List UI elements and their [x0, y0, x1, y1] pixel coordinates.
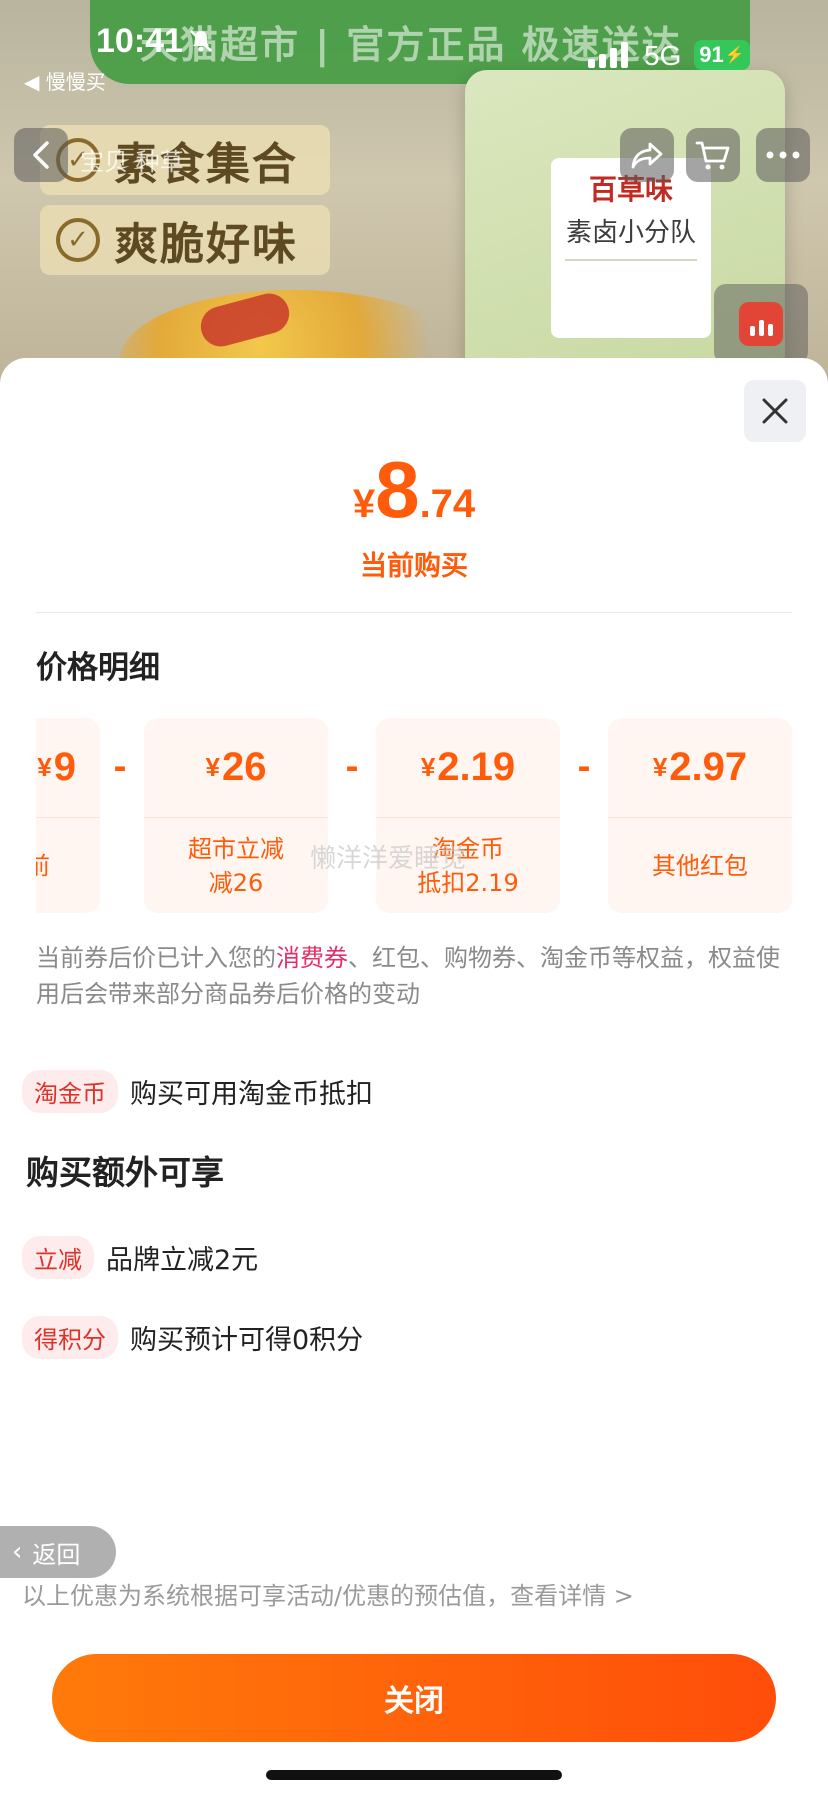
price-caption: 当前购买	[360, 551, 468, 582]
watermark: 懒洋洋爱睡觉	[310, 844, 467, 874]
check-icon: ✓	[56, 218, 100, 262]
benefit-coin: 淘金币 购买可用淘金币抵扣	[22, 1070, 373, 1113]
cart-button[interactable]	[686, 128, 740, 182]
breakdown-card: ¥2.97 其他红包	[608, 718, 792, 913]
battery-level: 91	[699, 42, 724, 67]
price-detail-title: 价格明细	[36, 650, 160, 686]
minus-operator: -	[577, 748, 591, 786]
chevron-left-icon: ‹	[12, 1537, 23, 1567]
back-button[interactable]	[14, 128, 68, 182]
price-chart-float-button[interactable]	[714, 284, 808, 364]
more-button[interactable]	[756, 128, 810, 182]
share-icon	[631, 142, 663, 169]
benefit-tag: 得积分	[22, 1316, 118, 1359]
bar-chart-icon	[739, 302, 783, 346]
nav-tabs-label: 宝贝 种草	[80, 148, 184, 176]
banner-feature-2: ✓ 爽脆好味	[40, 205, 330, 275]
benefit-tag: 淘金币	[22, 1070, 118, 1113]
back-to-app-link[interactable]: ◀ 慢慢买	[24, 66, 106, 95]
bell-off-icon	[190, 30, 212, 52]
breakdown-card: ¥2.19 淘金币 抵扣2.19	[376, 718, 560, 913]
status-bar: 10:41 ◀ 慢慢买 5G 91 ⚡	[0, 0, 828, 100]
price-breakdown-scroller[interactable]: ¥9 前 - ¥26 超市立减 减26 - ¥2.19 淘金币 抵扣2.19 -…	[36, 718, 792, 918]
more-icon	[766, 151, 800, 159]
estimate-footnote-link[interactable]: 以上优惠为系统根据可享活动/优惠的预估值，查看详情 >	[22, 1576, 634, 1611]
breakdown-card: ¥26 超市立减 减26	[144, 718, 328, 913]
close-icon	[762, 398, 788, 424]
benefit-text: 购买预计可得0积分	[130, 1325, 364, 1356]
product-label: 百草味 素卤小分队	[551, 158, 711, 338]
divider	[36, 612, 792, 613]
price-note: 当前券后价已计入您的消费券、红包、购物券、淘金币等权益，权益使用后会带来部分商品…	[36, 944, 780, 1008]
battery-indicator: 91 ⚡	[694, 40, 750, 70]
network-type: 5G	[644, 40, 682, 71]
minus-operator: -	[345, 748, 359, 786]
label-divider	[565, 259, 697, 261]
consumption-coupon-link[interactable]: 消费券	[276, 944, 348, 972]
benefit-text: 购买可用淘金币抵扣	[130, 1079, 373, 1110]
minus-operator: -	[113, 748, 127, 786]
product-name: 素卤小分队	[565, 218, 696, 248]
home-indicator	[266, 1770, 562, 1780]
signal-icon	[588, 42, 628, 68]
benefit-discount: 立减 品牌立减2元	[22, 1236, 258, 1279]
price-detail-sheet: ¥8.74 当前购买 价格明细 ¥9 前 - ¥26 超市立减 减26 - ¥2…	[0, 358, 828, 1795]
return-button[interactable]: ‹ 返回	[0, 1526, 116, 1578]
extra-benefits-title: 购买额外可享	[26, 1153, 224, 1192]
charging-icon: ⚡	[724, 47, 745, 64]
benefit-text: 品牌立减2元	[106, 1245, 259, 1276]
benefit-points: 得积分 购买预计可得0积分	[22, 1316, 363, 1359]
close-sheet-button[interactable]	[744, 380, 806, 442]
cart-icon	[695, 141, 730, 170]
status-time: 10:41	[96, 22, 183, 60]
current-price: ¥8.74	[352, 445, 476, 534]
breakdown-card: ¥9 前	[36, 718, 100, 913]
close-button[interactable]: 关闭	[52, 1654, 776, 1742]
chevron-left-icon	[33, 141, 49, 169]
share-button[interactable]	[620, 128, 674, 182]
benefit-tag: 立减	[22, 1236, 94, 1279]
